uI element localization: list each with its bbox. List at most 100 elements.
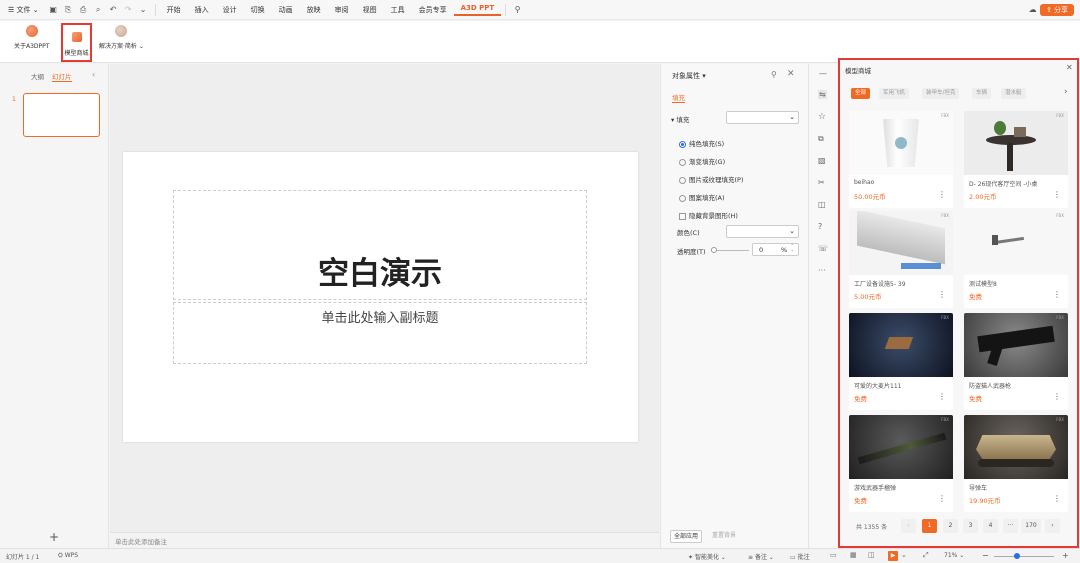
zoom-in-icon[interactable]: + <box>1062 551 1069 560</box>
radio-solid[interactable] <box>679 140 686 148</box>
more-options-icon[interactable]: ⋮ <box>938 494 946 503</box>
hide-bg-checkbox[interactable] <box>679 212 686 220</box>
category-military-aircraft[interactable]: 军用飞机 <box>879 88 910 99</box>
subtitle-placeholder[interactable]: 单击此处输入副标题 <box>173 302 587 364</box>
fill-section-header[interactable]: ▾ 填充 <box>671 114 689 124</box>
more-options-icon[interactable]: ⋮ <box>1053 494 1061 503</box>
more-options-icon[interactable]: ⋮ <box>938 290 946 299</box>
help-icon[interactable]: ? <box>818 222 822 231</box>
store-close-icon[interactable]: ✕ <box>1066 63 1073 72</box>
model-store-button[interactable]: 模型商城 <box>61 23 92 62</box>
more-icon[interactable]: ··· <box>818 266 826 275</box>
tab-slides[interactable]: 幻灯片 <box>52 71 72 82</box>
option-picture-fill[interactable]: 图片或纹理填充(P) <box>679 174 744 184</box>
prev-page-button[interactable]: ‹ <box>901 519 916 533</box>
radio-pattern[interactable] <box>679 194 686 202</box>
model-card[interactable]: FBX 防盗猫人武器枪 免费 ⋮ <box>964 313 1068 410</box>
image-icon[interactable]: ▧ <box>818 156 826 165</box>
comments-toggle[interactable]: ▭ 批注 <box>790 552 810 561</box>
option-gradient-fill[interactable]: 渐变填充(G) <box>679 156 725 166</box>
tab-insert[interactable]: 插入 <box>188 5 216 15</box>
transparency-input[interactable]: 0 % ˄ ˅ <box>752 243 799 256</box>
model-card[interactable]: FBX beihao 50.00元币 ⋮ <box>849 111 953 208</box>
title-placeholder[interactable]: 空白演示 <box>173 190 587 300</box>
close-icon[interactable]: ✕ <box>787 69 795 79</box>
page-ellipsis[interactable]: ··· <box>1003 519 1018 533</box>
model-card[interactable]: FBX 导弹车 19.90元币 ⋮ <box>964 415 1068 512</box>
radio-gradient[interactable] <box>679 158 686 166</box>
color-picker[interactable]: ⌄ <box>726 225 799 238</box>
more-options-icon[interactable]: ⋮ <box>1053 392 1061 401</box>
stepper-icon[interactable]: ˄ ˅ <box>791 244 794 256</box>
model-card[interactable]: FBX 可爱的大麦片111 免费 ⋮ <box>849 313 953 410</box>
more-options-icon[interactable]: ⋮ <box>1053 190 1061 199</box>
notes-toggle[interactable]: ≡ 备注 ⌄ <box>748 552 774 561</box>
book-icon[interactable]: ◫ <box>818 200 826 209</box>
option-pattern-fill[interactable]: 图案填充(A) <box>679 192 725 202</box>
more-quick-access-icon[interactable]: ⌄ <box>138 4 149 15</box>
solutions-button[interactable]: 解决方案·简析 ⌄ <box>99 25 144 50</box>
more-options-icon[interactable]: ⋮ <box>938 392 946 401</box>
tab-view[interactable]: 视图 <box>356 5 384 15</box>
tools-icon[interactable]: ✂ <box>818 178 825 187</box>
apply-all-button[interactable]: 全部应用 <box>670 530 703 543</box>
zoom-out-icon[interactable]: − <box>982 551 989 560</box>
page-4-button[interactable]: 4 <box>983 519 998 533</box>
more-options-icon[interactable]: ⋮ <box>938 190 946 199</box>
print-icon[interactable]: ⎙ <box>78 4 89 15</box>
smart-beautify-button[interactable]: ✦ 智能美化 ⌄ <box>688 552 726 561</box>
fit-window-icon[interactable]: ⤢ <box>923 551 929 560</box>
tab-slideshow[interactable]: 放映 <box>300 5 328 15</box>
category-submarine[interactable]: 潜水艇 <box>1001 88 1026 99</box>
zoom-slider-handle[interactable] <box>1014 553 1020 559</box>
slide[interactable]: 空白演示 单击此处输入副标题 <box>123 152 638 442</box>
category-armored-vehicle[interactable]: 装甲车/坦克 <box>922 88 960 99</box>
search-icon[interactable]: ⚲ <box>512 4 523 15</box>
slide-sorter-icon[interactable]: ▦ <box>850 551 857 559</box>
transparency-slider-handle[interactable] <box>711 247 717 253</box>
tab-tools[interactable]: 工具 <box>384 5 412 15</box>
model-card[interactable]: FBX 游戏武器手榴弹 免费 ⋮ <box>849 415 953 512</box>
tab-a3d-ppt[interactable]: A3D PPT <box>453 4 502 16</box>
export-pdf-icon[interactable]: ⎘ <box>63 4 74 15</box>
tab-design[interactable]: 设计 <box>216 5 244 15</box>
play-icon[interactable]: ▶ <box>888 551 898 561</box>
page-170-button[interactable]: 170 <box>1021 519 1041 533</box>
about-a3dppt-button[interactable]: 关于A3DPPT <box>14 25 49 50</box>
page-3-button[interactable]: 3 <box>963 519 978 533</box>
zoom-slider[interactable] <box>994 556 1054 557</box>
reset-background-button[interactable]: 重置背景 <box>709 530 739 543</box>
file-menu[interactable]: ☰ 文件 ⌄ <box>0 5 46 15</box>
zoom-level[interactable]: 71% ⌄ <box>944 552 964 559</box>
category-all[interactable]: 全部 <box>851 88 871 99</box>
cloud-icon[interactable]: ☁ <box>1027 4 1038 15</box>
add-slide-button[interactable]: + <box>49 530 59 544</box>
notes-area[interactable]: 单击此处添加备注 <box>110 532 659 548</box>
play-menu-icon[interactable]: ⌄ <box>901 551 907 559</box>
normal-view-icon[interactable]: ▭ <box>830 551 837 559</box>
page-1-button[interactable]: 1 <box>922 519 937 533</box>
reading-view-icon[interactable]: ◫ <box>868 551 875 559</box>
properties-title[interactable]: 对象属性 ▾ <box>672 71 706 81</box>
model-card[interactable]: FBX 工厂设备设施5- 39 5.00元币 ⋮ <box>849 211 953 308</box>
print-preview-icon[interactable]: ⌕ <box>93 4 104 15</box>
pin-icon[interactable]: ⚲ <box>771 70 777 79</box>
feedback-icon[interactable]: ☏ <box>818 244 828 253</box>
categories-next-icon[interactable]: › <box>1064 87 1068 97</box>
model-card[interactable]: FBX 测试模型8 免费 ⋮ <box>964 211 1068 308</box>
category-vehicle[interactable]: 车辆 <box>972 88 992 99</box>
tab-member[interactable]: 会员专享 <box>412 5 454 15</box>
tab-transition[interactable]: 切换 <box>244 5 272 15</box>
theme-indicator[interactable]: ⛭ WPS <box>58 552 78 560</box>
hide-background-option[interactable]: 隐藏背景图形(H) <box>679 210 738 220</box>
tab-outline[interactable]: 大纲 <box>31 71 44 81</box>
tab-animation[interactable]: 动画 <box>272 5 300 15</box>
next-page-button[interactable]: › <box>1045 519 1060 533</box>
tab-review[interactable]: 审阅 <box>328 5 356 15</box>
page-2-button[interactable]: 2 <box>943 519 958 533</box>
redo-icon[interactable]: ↷ <box>123 4 134 15</box>
collapse-pane-icon[interactable]: ‹ <box>92 70 95 79</box>
radio-picture[interactable] <box>679 176 686 184</box>
model-card[interactable]: FBX D- 26现代客厅空间 -小桌 2.00元币 ⋮ <box>964 111 1068 208</box>
star-icon[interactable]: ☆ <box>818 112 826 122</box>
